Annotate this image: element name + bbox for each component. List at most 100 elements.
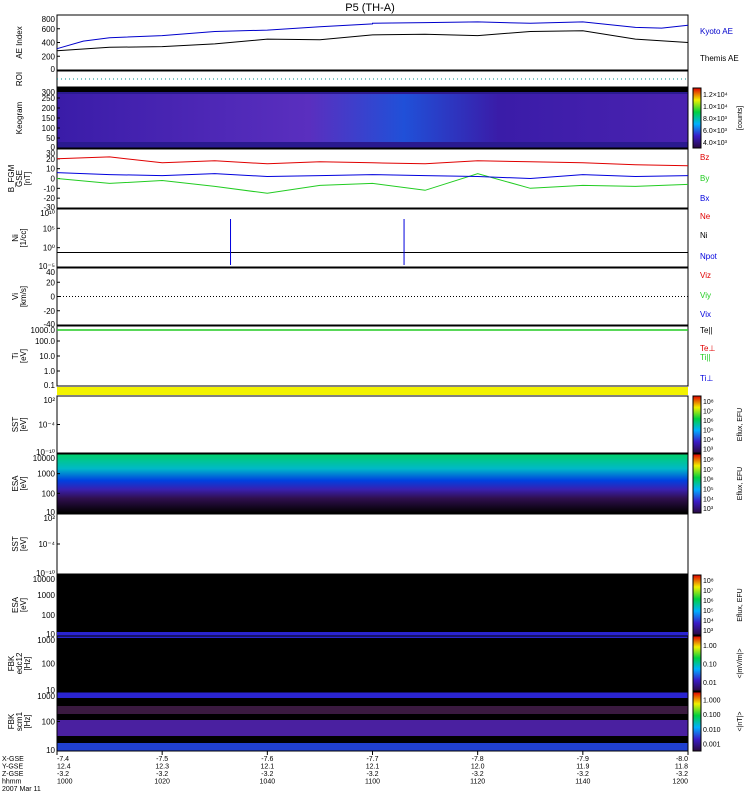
time-tick-label: 1000 (57, 779, 73, 786)
colorbar-tick: 1.00 (703, 643, 717, 650)
time-tick-label: -3.2 (366, 771, 378, 778)
panel-keogram: Keogram0501001502002503004.0×10³6.0×10³8… (15, 87, 744, 152)
time-tick-label: -8.0 (676, 756, 688, 763)
colorbar-tick: 10⁵ (703, 486, 714, 493)
colorbar-tick: 10⁵ (703, 427, 714, 434)
colorbar-tick: 4.0×10³ (703, 140, 728, 147)
time-tick-label: 12.0 (471, 764, 485, 771)
colorbar-tick: 10⁵ (703, 608, 714, 615)
ytick-label: 200 (42, 52, 56, 61)
ytick-label: 10⁰ (43, 244, 55, 253)
ytick-label: 100 (42, 660, 56, 669)
colorbar-tick: 0.01 (703, 680, 717, 687)
colorbar-tick: 6.0×10³ (703, 128, 728, 135)
fbk-scm-band-low (57, 720, 688, 736)
panel-frame (56, 148, 689, 209)
colorbar-tick: 10⁶ (703, 477, 714, 484)
ylabel-roi: ROI (15, 72, 24, 86)
ytick-label: -20 (43, 307, 55, 316)
ylabel-fbk-scm: [Hz] (23, 714, 32, 728)
panel-ti: Ti [eV]0.11.010.0100.01000.0 Te||Te⊥Ti||Ti… (11, 325, 715, 390)
legend-label: Viy (700, 291, 711, 300)
axis-row-label: X-GSE (2, 756, 24, 763)
time-tick-label: 12.3 (155, 764, 169, 771)
colorbar-tick: 10³ (703, 628, 714, 635)
keogram-band (57, 94, 688, 142)
colorbar-tick: 10⁴ (703, 618, 714, 625)
colorbar-esa-omni (692, 453, 702, 514)
time-tick-label: 12.1 (366, 764, 380, 771)
legend-label: Ti|| (700, 353, 711, 362)
ytick-label: 150 (42, 114, 56, 123)
ytick-label: 10 (46, 746, 55, 755)
series-bx (56, 172, 689, 180)
legend-label: By (700, 174, 709, 183)
colorbar-tick: 10⁷ (703, 588, 714, 595)
time-tick-label: -7.7 (366, 756, 378, 763)
ytick-label: -10 (43, 184, 55, 193)
legend-label: Ti⊥ (700, 374, 713, 383)
panel-bfgm: B_FGM GSE [nT]-30-20-100102030 BzByBx (7, 148, 709, 212)
ylabel-ae: AE Index (15, 26, 24, 58)
time-tick-label: 11.8 (675, 764, 688, 771)
series-themis-ae (56, 30, 689, 52)
ylabel-sst-omni: [eV] (19, 417, 28, 431)
time-tick-label: 1200 (672, 779, 688, 786)
keogram-edge (57, 88, 688, 92)
colorbar-tick: 10³ (703, 506, 714, 513)
time-tick-label: -7.6 (261, 756, 273, 763)
colorbar-tick: 10⁷ (703, 408, 714, 415)
panel-roi: ROI (15, 70, 689, 88)
ytick-label: 100 (42, 718, 56, 727)
colorbar-tick: 0.10 (703, 662, 717, 669)
colorbar-fbk-e12 (692, 635, 702, 692)
time-tick-label: -7.5 (156, 756, 168, 763)
ylabel-sst-elec: [eV] (19, 537, 28, 551)
panel-ni: Ni [1/cc]10⁻⁵10⁰10⁵10¹⁰ NeNiNpot (11, 208, 718, 271)
colorbar-label: <|nT|> (737, 712, 744, 732)
legend-label: Npot (700, 252, 718, 261)
legend-label: Bx (700, 194, 709, 203)
fbk-e12-band (57, 632, 688, 638)
time-tick-label: -7.4 (57, 756, 69, 763)
esa-ion-spectrogram (57, 454, 688, 513)
colorbar-fbk-scm (692, 691, 702, 752)
colorbar-tick: 0.010 (703, 727, 721, 734)
ytick-label: 1.0 (44, 367, 56, 376)
axis-row-label: Z-GSE (2, 771, 24, 778)
themis-summary-plot: P5 (TH-A) AE Index0200400600800Kyoto AET… (2, 2, 744, 793)
fbk-scm-band-bottom (57, 743, 688, 751)
ytick-label: 10000 (33, 575, 56, 584)
ytick-label: 10⁵ (43, 224, 55, 233)
series-by (56, 173, 689, 194)
time-tick-label: -3.2 (57, 771, 69, 778)
time-tick-label: -7.8 (472, 756, 484, 763)
colorbar-label: Eflux, EFU (737, 408, 744, 441)
colorbar-tick: 10⁷ (703, 467, 714, 474)
legend-label: Ni (700, 231, 708, 240)
ytick-label: 0 (51, 65, 56, 74)
ytick-label: 50 (46, 134, 55, 143)
ytick-label: 0 (51, 293, 56, 302)
ytick-label: 10.0 (39, 352, 55, 361)
colorbar-tick: 10⁴ (703, 437, 714, 444)
panel-frame (56, 395, 689, 454)
time-axis: X-GSEY-GSEZ-GSEhhmm2007 Mar 11-7.412.4-3… (2, 751, 689, 793)
ytick-label: 10¹⁰ (40, 209, 55, 218)
ytick-label: 10⁻⁴ (38, 421, 55, 430)
axis-row-label: hhmm (2, 779, 22, 786)
legend-label: Ne (700, 212, 711, 221)
ytick-label: 1000 (37, 591, 55, 600)
ytick-label: 100 (42, 124, 56, 133)
ytick-label: 10² (43, 514, 55, 523)
esa-electron-spectrogram (57, 575, 688, 635)
panel-fbk-scm: FBK scm1 [Hz]1010010000.0010.0100.1001.000… (7, 691, 744, 755)
colorbar-label: Eflux, EFU (737, 588, 744, 621)
series-bz (56, 156, 689, 167)
colorbar-tick: 1.0×10⁴ (703, 104, 728, 111)
ytick-label: 300 (42, 88, 56, 97)
ytick-label: 400 (42, 39, 56, 48)
time-tick-label: -3.2 (577, 771, 589, 778)
legend-label: Te⊥ (700, 344, 715, 353)
panel-ae: AE Index 0 200 400 600800 Kyoto AE Themis AE (15, 14, 739, 74)
